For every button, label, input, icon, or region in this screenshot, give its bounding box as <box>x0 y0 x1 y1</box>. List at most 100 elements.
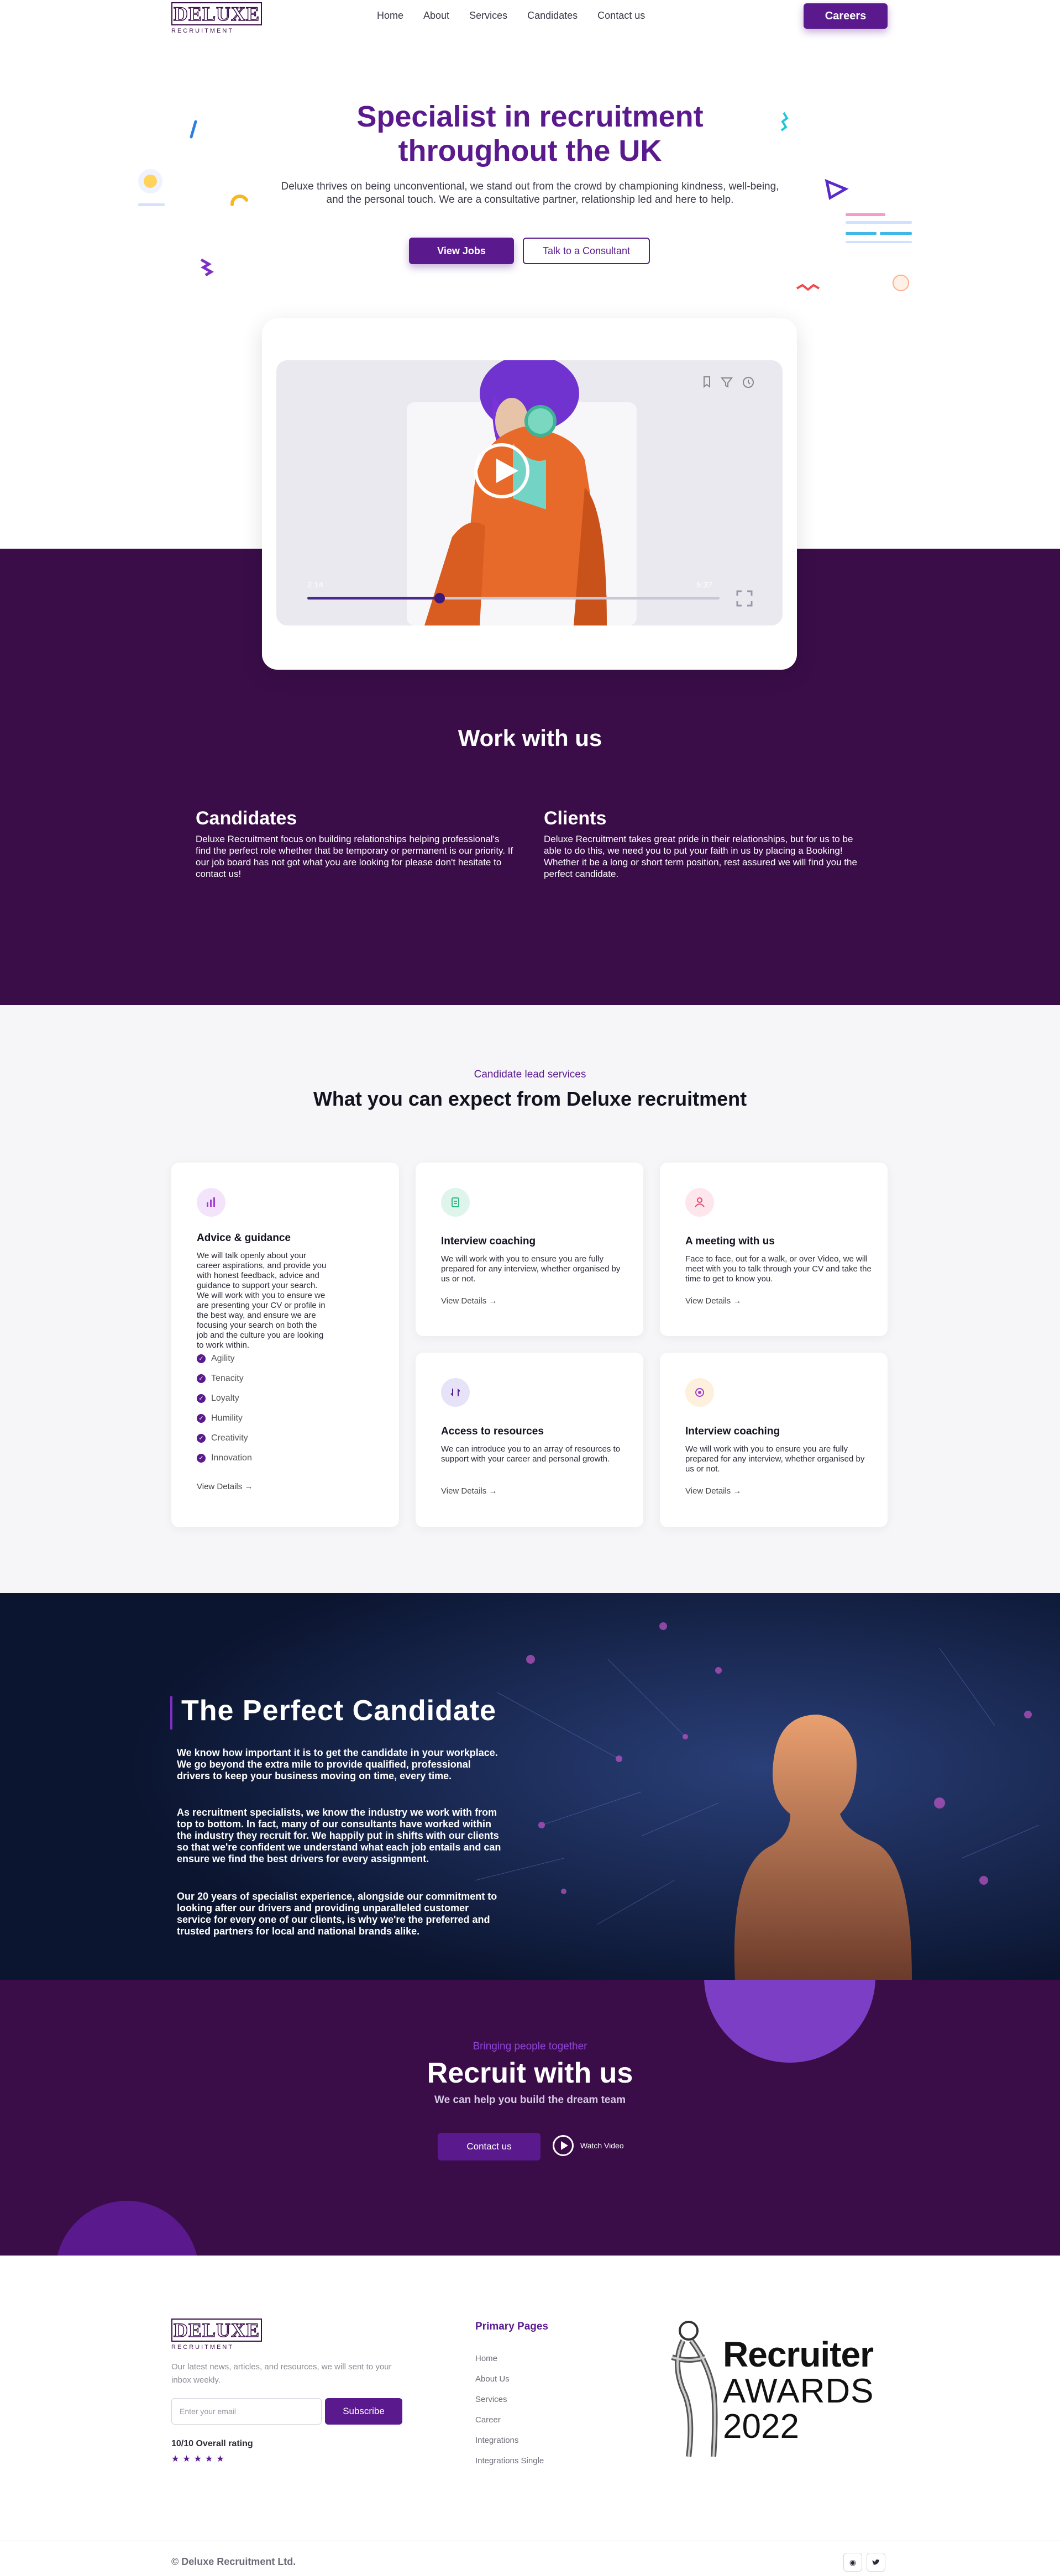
primary-pages-title: Primary Pages <box>475 2321 549 2332</box>
card-text: We can introduce you to an array of reso… <box>441 1444 621 1464</box>
footer-logo[interactable]: DELUXE RECRUITMENT <box>171 2319 263 2351</box>
email-input[interactable]: Enter your email <box>171 2398 322 2425</box>
talk-to-consultant-button[interactable]: Talk to a Consultant <box>523 238 650 264</box>
value-item: ✓ Loyalty <box>197 1394 239 1403</box>
title-accent-bar <box>170 1696 172 1729</box>
nav-link-home[interactable]: Home <box>377 10 403 22</box>
card-title: A meeting with us <box>685 1236 775 1247</box>
nav-link-candidates[interactable]: Candidates <box>527 10 578 22</box>
check-icon: ✓ <box>197 1454 206 1463</box>
logo[interactable]: DELUXE RECRUITMENT <box>171 2 263 34</box>
video-progress-handle[interactable] <box>434 593 445 603</box>
arrow-right-icon: → <box>244 1482 253 1491</box>
view-details-link[interactable]: View Details → <box>685 1486 741 1496</box>
video-progress-fill <box>307 597 439 600</box>
arrow-right-icon: → <box>489 1486 497 1496</box>
perfect-paragraph-2: As recruitment specialists, we know the … <box>177 1807 501 1864</box>
rating-stars: ★★★★★ <box>171 2454 228 2464</box>
view-details-link[interactable]: View Details → <box>685 1296 741 1306</box>
card-meeting: A meeting with us Face to face, out for … <box>660 1163 888 1336</box>
hero-title-line2: throughout the UK <box>398 134 662 167</box>
logo-subtitle: RECRUITMENT <box>171 2344 234 2351</box>
video-toolbar-icons[interactable] <box>700 376 766 389</box>
footer-link-about[interactable]: About Us <box>475 2374 510 2384</box>
candidates-text: Deluxe Recruitment focus on building rel… <box>196 834 513 879</box>
services-title: What you can expect from Deluxe recruitm… <box>313 1087 747 1110</box>
video-card: 2:14 5:37 <box>262 318 797 670</box>
logo-wordmark: DELUXE <box>171 2319 262 2342</box>
value-item: ✓ Tenacity <box>197 1374 244 1384</box>
nav-link-services[interactable]: Services <box>469 10 507 22</box>
check-icon: ✓ <box>197 1394 206 1403</box>
card-interview-coaching: Interview coaching We will work with you… <box>416 1163 643 1336</box>
award-line3: 2022 <box>723 2407 799 2446</box>
logo-subtitle: RECRUITMENT <box>171 28 234 34</box>
play-button[interactable] <box>474 443 529 498</box>
card-title: Interview coaching <box>685 1426 780 1437</box>
play-icon <box>496 459 518 483</box>
view-details-link[interactable]: View Details → <box>441 1296 497 1306</box>
perfect-candidate-title: The Perfect Candidate <box>181 1695 497 1727</box>
swap-icon <box>441 1378 470 1407</box>
perfect-candidate-section <box>0 1593 1060 1980</box>
logo-wordmark: DELUXE <box>171 2 262 25</box>
footer-link-home[interactable]: Home <box>475 2354 497 2363</box>
recruit-subtitle: We can help you build the dream team <box>434 2094 626 2106</box>
arrow-right-icon: → <box>733 1486 742 1496</box>
decor-circle <box>55 2201 199 2256</box>
twitter-icon[interactable] <box>867 2553 885 2572</box>
newsletter-text: Our latest news, articles, and resources… <box>171 2362 392 2385</box>
copyright: © Deluxe Recruitment Ltd. <box>171 2556 296 2567</box>
clients-title: Clients <box>544 808 607 829</box>
play-icon <box>553 2135 574 2156</box>
footer-link-services[interactable]: Services <box>475 2395 507 2404</box>
perfect-paragraph-3: Our 20 years of specialist experience, a… <box>177 1891 497 1937</box>
check-icon: ✓ <box>197 1414 206 1423</box>
recruiter-awards-badge: Recruiter AWARDS 2022 <box>667 2319 888 2462</box>
candidates-title: Candidates <box>196 808 297 829</box>
work-with-us-title: Work with us <box>458 725 602 751</box>
subscribe-button[interactable]: Subscribe <box>325 2398 402 2425</box>
hero-subtitle: Deluxe thrives on being unconventional, … <box>281 181 779 206</box>
award-line2: AWARDS <box>723 2372 874 2410</box>
services-eyebrow: Candidate lead services <box>474 1069 586 1080</box>
video-time-total: 5:37 <box>696 580 713 590</box>
footer-link-integrations-single[interactable]: Integrations Single <box>475 2456 544 2465</box>
hero-title: Specialist in recruitment throughout the… <box>309 99 751 168</box>
overall-rating: 10/10 Overall rating <box>171 2439 253 2448</box>
video-progress-track[interactable] <box>307 593 720 603</box>
target-icon <box>685 1378 714 1407</box>
hero-title-line1: Specialist in recruitment <box>356 100 704 133</box>
nav-link-about[interactable]: About <box>423 10 449 22</box>
footer-link-integrations[interactable]: Integrations <box>475 2436 518 2445</box>
card-access-resources: Access to resources We can introduce you… <box>416 1353 643 1527</box>
arrow-right-icon: → <box>733 1296 742 1306</box>
card-title: Advice & guidance <box>197 1232 291 1244</box>
value-item: ✓ Humility <box>197 1413 243 1423</box>
person-figure <box>424 360 607 625</box>
nav-link-contact[interactable]: Contact us <box>597 10 645 22</box>
chart-icon <box>197 1188 225 1217</box>
card-text: We will talk openly about your career as… <box>197 1251 327 1350</box>
contact-us-button[interactable]: Contact us <box>438 2133 541 2160</box>
card-text: We will work with you to ensure you are … <box>441 1254 621 1284</box>
value-item: ✓ Innovation <box>197 1453 252 1463</box>
arrow-right-icon: → <box>489 1296 497 1306</box>
view-jobs-button[interactable]: View Jobs <box>409 238 514 264</box>
instagram-icon[interactable]: ◉ <box>843 2553 862 2572</box>
footer-link-career[interactable]: Career <box>475 2415 501 2425</box>
card-title: Interview coaching <box>441 1236 536 1247</box>
fullscreen-icon[interactable] <box>736 590 753 607</box>
check-icon: ✓ <box>197 1434 206 1443</box>
careers-button[interactable]: Careers <box>804 3 888 29</box>
view-details-link[interactable]: View Details → <box>441 1486 497 1496</box>
award-figure-icon <box>671 2321 718 2457</box>
card-text: We will work with you to ensure you are … <box>685 1444 865 1474</box>
video-player[interactable]: 2:14 5:37 <box>276 360 783 625</box>
clients-text: Deluxe Recruitment takes great pride in … <box>544 834 857 879</box>
view-details-link[interactable]: View Details → <box>197 1482 253 1491</box>
perfect-paragraph-1: We know how important it is to get the c… <box>177 1747 498 1781</box>
watch-video-button[interactable]: Watch Video <box>553 2135 624 2156</box>
value-item: ✓ Agility <box>197 1354 235 1364</box>
recruit-section <box>0 1980 1060 2256</box>
